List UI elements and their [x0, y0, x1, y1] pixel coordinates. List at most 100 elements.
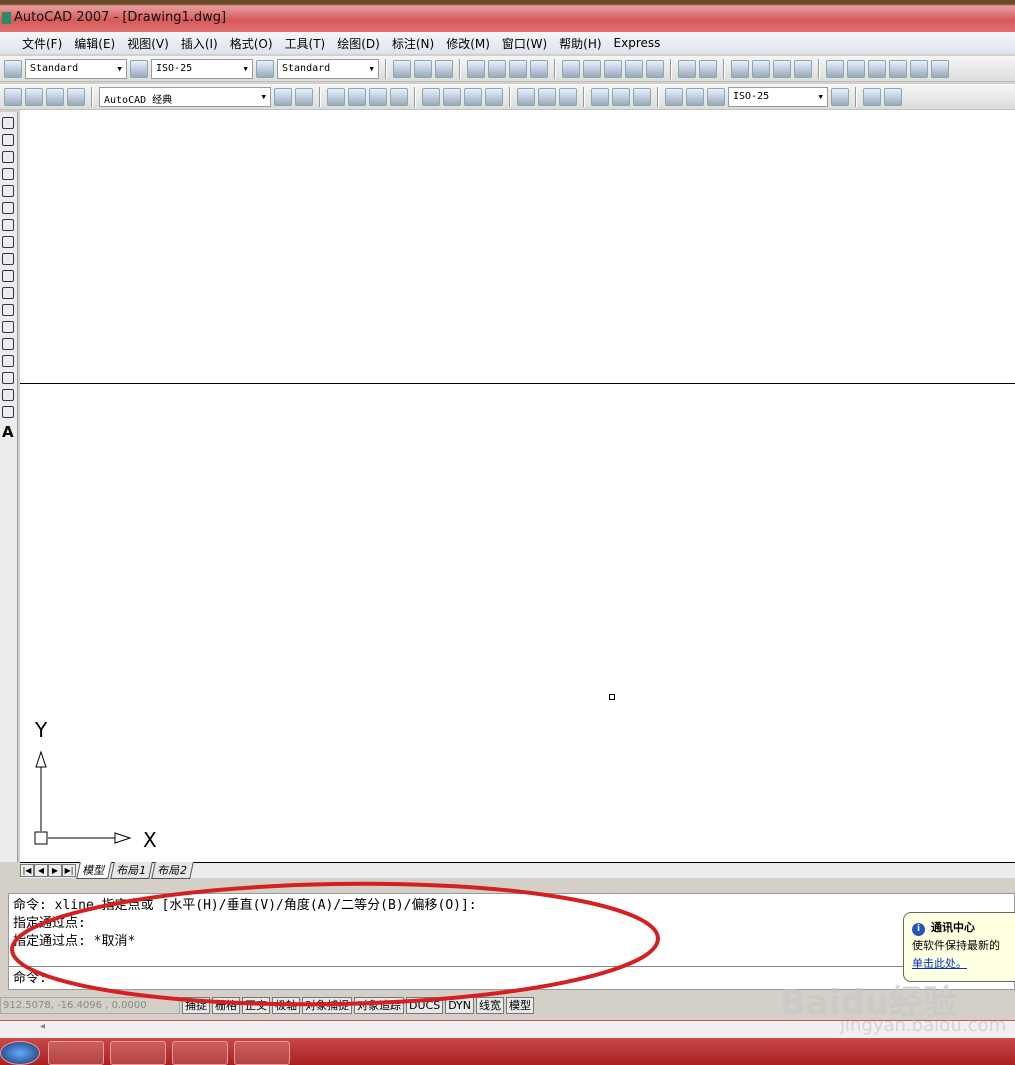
redo-icon[interactable]	[699, 59, 717, 78]
table-style-select[interactable]: Standard	[277, 58, 379, 79]
osnap-button[interactable]: 对象捕捉	[302, 996, 352, 1014]
tab-model[interactable]: 模型	[76, 862, 112, 879]
sheet-set-icon[interactable]	[889, 59, 907, 78]
arc-length-icon[interactable]	[369, 87, 387, 106]
polyline-icon[interactable]	[2, 151, 14, 163]
insert-block-icon[interactable]	[2, 304, 14, 316]
menu-file[interactable]: 文件(F)	[22, 35, 62, 52]
match-icon[interactable]	[625, 59, 643, 78]
prev-tab-button[interactable]: ◀	[34, 864, 48, 877]
line-icon[interactable]	[2, 117, 14, 129]
menu-draw[interactable]: 绘图(D)	[337, 35, 380, 52]
ellipse-icon[interactable]	[2, 270, 14, 282]
center-mark-icon[interactable]	[633, 87, 651, 106]
text-style-icon[interactable]	[4, 59, 22, 78]
menu-tools[interactable]: 工具(T)	[285, 35, 326, 52]
hatch-icon[interactable]	[2, 355, 14, 367]
layer-state-icon[interactable]	[884, 87, 902, 106]
lineweight-button[interactable]: 线宽	[476, 996, 505, 1014]
continue-icon[interactable]	[559, 87, 577, 106]
menu-help[interactable]: 帮助(H)	[559, 35, 601, 52]
tab-layout2[interactable]: 布局2	[151, 862, 194, 879]
snap-button[interactable]: 捕捉	[182, 996, 210, 1014]
linear-dim-icon[interactable]	[327, 87, 345, 106]
layout-icon[interactable]	[46, 87, 64, 106]
dim-style-manager-icon[interactable]	[831, 87, 849, 106]
save-workspace-icon[interactable]	[295, 87, 313, 106]
menu-modify[interactable]: 修改(M)	[446, 35, 490, 52]
dim-style-select[interactable]: ISO-25	[151, 58, 253, 79]
last-tab-button[interactable]: ▶|	[62, 864, 76, 877]
menu-window[interactable]: 窗口(W)	[502, 35, 547, 52]
leader-icon[interactable]	[591, 87, 609, 106]
preview-icon[interactable]	[488, 59, 506, 78]
tolerance-icon[interactable]	[612, 87, 630, 106]
region-icon[interactable]	[2, 389, 14, 401]
model-button[interactable]: 模型	[506, 996, 535, 1014]
tab-layout1[interactable]: 布局1	[110, 862, 153, 879]
open-icon[interactable]	[414, 59, 432, 78]
web-icon[interactable]	[530, 59, 548, 78]
zoom-realtime-icon[interactable]	[752, 59, 770, 78]
ordinate-icon[interactable]	[390, 87, 408, 106]
ortho-button[interactable]: 正交	[242, 996, 270, 1014]
taskbar-app-explorer[interactable]	[234, 1041, 290, 1065]
ducs-button[interactable]: DUCS	[406, 996, 444, 1014]
aligned-dim-icon[interactable]	[348, 87, 366, 106]
paste-icon[interactable]	[604, 59, 622, 78]
copy-icon[interactable]	[583, 59, 601, 78]
circle-icon[interactable]	[2, 219, 14, 231]
calculator-icon[interactable]	[931, 59, 949, 78]
gradient-icon[interactable]	[2, 372, 14, 384]
quick-dim-icon[interactable]	[517, 87, 535, 106]
save-icon[interactable]	[435, 59, 453, 78]
layer-icon[interactable]	[863, 87, 881, 106]
grid-button[interactable]: 栅格	[212, 996, 240, 1014]
baseline-icon[interactable]	[538, 87, 556, 106]
menu-edit[interactable]: 编辑(E)	[74, 35, 115, 52]
polygon-icon[interactable]	[2, 168, 14, 180]
zoom-window-icon[interactable]	[773, 59, 791, 78]
text-style-select[interactable]: Standard	[25, 58, 127, 79]
dim-style-select[interactable]: ISO-25	[728, 86, 828, 107]
layout-icon[interactable]	[67, 87, 85, 106]
arc-icon[interactable]	[2, 202, 14, 214]
table-icon[interactable]	[2, 406, 14, 418]
properties-icon[interactable]	[826, 59, 844, 78]
construction-line-icon[interactable]	[2, 134, 14, 146]
dyn-button[interactable]: DYN	[445, 996, 475, 1014]
first-tab-button[interactable]: |◀	[20, 864, 34, 877]
ellipse-arc-icon[interactable]	[2, 287, 14, 299]
workspace-settings-icon[interactable]	[274, 87, 292, 106]
jogged-icon[interactable]	[443, 87, 461, 106]
print-icon[interactable]	[467, 59, 485, 78]
balloon-link[interactable]: 单击此处。	[912, 957, 967, 970]
new-icon[interactable]	[393, 59, 411, 78]
taskbar-app-browser[interactable]	[48, 1041, 104, 1065]
dim-style-icon[interactable]	[130, 59, 148, 78]
zoom-previous-icon[interactable]	[794, 59, 812, 78]
rectangle-icon[interactable]	[2, 185, 14, 197]
mtext-icon[interactable]: A	[0, 423, 17, 441]
dim-update-icon[interactable]	[707, 87, 725, 106]
dimedit-icon[interactable]	[665, 87, 683, 106]
cut-icon[interactable]	[562, 59, 580, 78]
tool-palette-icon[interactable]	[868, 59, 886, 78]
start-button[interactable]	[0, 1041, 40, 1065]
spline-icon[interactable]	[2, 253, 14, 265]
taskbar-app-autocad[interactable]	[172, 1041, 228, 1065]
design-center-icon[interactable]	[847, 59, 865, 78]
menu-format[interactable]: 格式(O)	[230, 35, 273, 52]
viewport-icon[interactable]	[25, 87, 43, 106]
dimtedit-icon[interactable]	[686, 87, 704, 106]
pan-icon[interactable]	[731, 59, 749, 78]
block-editor-icon[interactable]	[646, 59, 664, 78]
point-icon[interactable]	[2, 338, 14, 350]
menu-express[interactable]: Express	[614, 36, 661, 50]
publish-icon[interactable]	[509, 59, 527, 78]
menu-view[interactable]: 视图(V)	[127, 35, 169, 52]
workspace-select[interactable]: AutoCAD 经典	[99, 86, 271, 107]
table-style-icon[interactable]	[256, 59, 274, 78]
taskbar-app-iqiyi[interactable]	[110, 1041, 166, 1065]
revcloud-icon[interactable]	[2, 236, 14, 248]
